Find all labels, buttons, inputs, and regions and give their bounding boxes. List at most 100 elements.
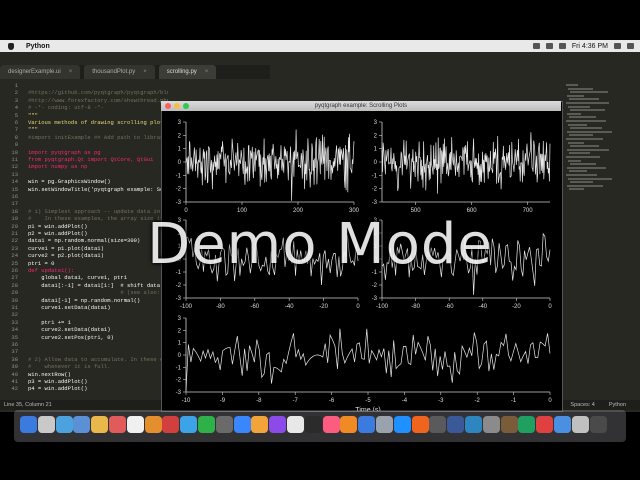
line-number: 8 [14,133,18,141]
plot-window-titlebar[interactable]: pyqtgraph example: Scrolling Plots [161,101,561,111]
minimap-line [570,181,593,184]
code-line[interactable]: ptr1 = 0 [28,260,54,267]
dock-app-icon[interactable] [518,416,536,433]
line-number: 30 [11,296,18,304]
window-zoom-button[interactable] [183,103,189,109]
dock-app-icon[interactable] [429,416,447,433]
indentation-setting[interactable]: Spaces: 4 [570,402,594,408]
dock-app-icon[interactable] [269,416,287,433]
code-line[interactable]: # -*- coding: utf-8 -*- [28,104,104,111]
series-line [185,129,355,201]
code-line[interactable]: curve2 = p2.plot(data1) [28,252,104,259]
code-line[interactable]: win = pg.GraphicsWindow() [28,178,111,185]
code-line[interactable]: """ [28,126,38,133]
code-line[interactable]: #https://github.com/pyqtgraph/pyqtgraph/… [28,89,168,96]
tab-scrolling[interactable]: scrolling.py × [158,65,217,79]
menubar-clock[interactable]: Fri 4:36 PM [572,43,608,50]
close-icon[interactable]: × [69,69,73,75]
dock-app-icon[interactable] [37,416,55,433]
apple-icon[interactable] [8,42,14,50]
close-icon[interactable]: × [143,69,147,75]
code-line[interactable]: # (see also: np.roll) [28,289,168,296]
code-line[interactable]: curve2.setData(data1) [28,326,110,333]
dock-app-icon[interactable] [91,416,109,433]
wifi-icon[interactable] [532,43,540,49]
syntax-setting[interactable]: Python [609,402,626,408]
code-line[interactable]: Various methods of drawing scrolling plo… [28,119,168,126]
code-line[interactable]: def update1(): [28,267,74,274]
dock-app-icon[interactable] [180,416,198,433]
dock-app-icon[interactable] [251,416,269,433]
app-menu-python[interactable]: Python [26,43,50,50]
dock-app-icon[interactable] [571,416,589,433]
dock-app-icon[interactable] [376,416,393,433]
code-line[interactable]: curve1 = p1.plot(data1) [28,245,104,252]
code-line[interactable]: """ [28,112,38,119]
minimap-line [569,188,584,191]
dock-app-icon[interactable] [233,416,251,433]
y-tick-label: 0 [374,160,378,166]
code-line[interactable]: p1 = win.addPlot() [28,223,87,230]
dock-app-icon[interactable] [55,416,73,433]
dock-app-icon[interactable] [411,416,429,433]
line-number: 24 [11,252,18,260]
code-line[interactable]: curve2.setPos(ptr1, 0) [28,334,114,341]
dock-app-icon[interactable] [393,416,411,433]
code-line[interactable]: win.setWindowTitle('pyqtgraph example: S… [28,186,168,193]
dock-app-icon[interactable] [198,416,215,433]
menu-list-icon[interactable] [627,43,634,49]
code-line[interactable]: #import initExample ## Add path to libra… [28,134,168,141]
tab-designer-example[interactable]: designerExample.ui × [0,65,81,79]
volume-icon[interactable] [545,43,553,49]
dock-app-icon[interactable] [20,416,37,433]
dock-app-icon[interactable] [109,416,126,433]
dock-app-icon[interactable] [73,416,91,433]
dock-app-icon[interactable] [358,416,376,433]
code-line[interactable]: p3 = win.addPlot() [28,378,87,385]
y-tick-label: -3 [176,390,182,396]
code-line[interactable]: #http://www.forexfactory.com/showthread.… [28,97,168,104]
code-line[interactable]: data1[:-1] = data1[1:] # shift data in t… [28,282,168,289]
code-line[interactable]: global data1, curve1, ptr1 [28,274,127,281]
code-line[interactable]: from pyqtgraph.Qt import QtCore, QtGui [28,156,153,163]
window-close-button[interactable] [165,103,171,109]
code-line[interactable]: p4 = win.addPlot() [28,385,87,392]
code-line[interactable]: ptr1 += 1 [28,319,71,326]
dock-app-icon[interactable] [500,416,518,433]
x-tick-label: -3 [438,398,444,404]
dock-app-icon[interactable] [304,416,322,433]
code-line[interactable]: data1[-1] = np.random.normal() [28,297,140,304]
dock-app-icon[interactable] [215,416,233,433]
code-line[interactable]: # 2) Allow data to accumulate. In these … [28,356,168,363]
dock-app-icon[interactable] [536,416,554,433]
dock-app-icon[interactable] [447,416,465,433]
window-minimize-button[interactable] [174,103,180,109]
dock-app-icon[interactable] [144,416,162,433]
minimap[interactable] [566,84,626,204]
search-icon[interactable] [614,43,621,49]
dock-app-icon[interactable] [287,416,304,433]
code-line[interactable]: p2 = win.addPlot() [28,230,87,237]
code-line[interactable]: win.nextRow() [28,371,71,378]
y-tick-label: -2 [372,283,378,289]
code-line[interactable]: data1 = np.random.normal(size=300) [28,237,140,244]
tab-thousand-plot[interactable]: thousandPlot.py × [84,65,155,79]
dock-app-icon[interactable] [340,416,358,433]
dock-app-icon[interactable] [589,416,607,433]
battery-icon[interactable] [558,43,566,49]
code-line[interactable]: import pyqtgraph as pg [28,149,101,156]
dock-app-icon[interactable] [162,416,180,433]
dock-app-icon[interactable] [465,416,482,433]
dock-app-icon[interactable] [126,416,144,433]
minimap-line [568,141,584,144]
line-number-gutter: 1 2 3 4 5 6 7 8 9 10 11 12 13 14 15 16 17 18 19 20 21 22 23 24 2… [0,82,24,400]
code-line[interactable]: curve1.setData(data1) [28,304,110,311]
minimap-line [567,112,581,115]
dock-app-icon[interactable] [482,416,500,433]
close-icon[interactable]: × [205,69,209,75]
code-line[interactable]: import numpy as np [28,163,87,170]
code-line[interactable]: # whenever it is full. [28,363,111,370]
dock-app-icon[interactable] [322,416,340,433]
minimap-line [567,130,612,133]
dock-app-icon[interactable] [554,416,571,433]
